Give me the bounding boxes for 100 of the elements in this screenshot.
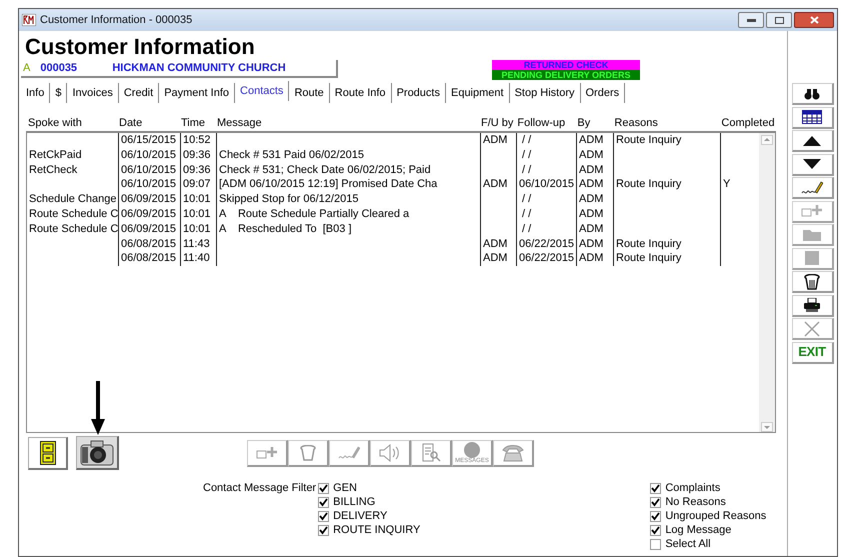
close-icon: [804, 320, 820, 336]
table-cell: A Rescheduled To [B03 ]: [216, 222, 480, 237]
scrollbar[interactable]: [759, 133, 775, 432]
toolbar-button[interactable]: [792, 271, 834, 293]
table-cell: Route Inquiry: [613, 133, 720, 148]
table-cell: 10:01: [180, 206, 216, 222]
tab[interactable]: Contacts: [235, 81, 290, 101]
tab[interactable]: Payment Info: [159, 83, 236, 103]
tab[interactable]: Credit: [118, 83, 160, 103]
app-logo-icon: [22, 14, 36, 26]
table-cell: 06/22/2015: [516, 236, 576, 252]
tool-button[interactable]: [411, 440, 452, 466]
column-header: Reasons: [613, 116, 659, 132]
toolbar-button[interactable]: [792, 294, 834, 316]
table-cell: ADM: [576, 148, 613, 163]
checkbox[interactable]: [318, 510, 330, 522]
tab[interactable]: Route: [289, 83, 330, 103]
file-cabinet-button[interactable]: [28, 436, 68, 470]
filter-label: Contact Message Filter: [203, 481, 316, 496]
close-icon: [810, 16, 818, 24]
maximize-button[interactable]: [766, 12, 792, 28]
tab[interactable]: Orders: [580, 83, 626, 103]
tool-button[interactable]: [493, 440, 534, 466]
table-cell-text: RetCkPaid: [28, 148, 83, 163]
table-cell: 10:01: [180, 192, 216, 207]
up-arrow-icon: [803, 136, 821, 146]
column-header: Message: [216, 116, 263, 132]
column-header: Completed: [720, 116, 776, 132]
folder-icon: [802, 228, 822, 242]
table-cell: 10:01: [180, 222, 216, 237]
checkbox[interactable]: [650, 538, 662, 550]
tool-button[interactable]: [370, 440, 411, 466]
table-cell: 10:52: [180, 133, 216, 148]
checkbox-label: Ungrouped Reasons: [665, 508, 766, 524]
tab[interactable]: $: [50, 83, 68, 103]
checkbox[interactable]: [650, 524, 662, 536]
checkbox-label: ROUTE INQUIRY: [333, 522, 420, 538]
table-cell: Check # 531; Check Date 06/02/2015; Paid: [216, 162, 480, 178]
minimize-button[interactable]: [738, 12, 764, 28]
toolbar-button[interactable]: [792, 106, 834, 128]
tool-button[interactable]: [329, 440, 370, 466]
table-icon: [802, 110, 822, 124]
toolbar-button[interactable]: [792, 83, 834, 105]
table-cell: / /: [516, 148, 576, 163]
table-cell: 06/09/2015: [118, 192, 180, 207]
column-header: Date: [118, 116, 144, 132]
checkbox[interactable]: [650, 482, 662, 494]
checkbox-label: Log Message: [665, 522, 732, 538]
table-cell-text: Route Schedule C: [28, 206, 118, 222]
toolbar-button[interactable]: [792, 130, 834, 152]
trash-can-icon: [804, 274, 820, 290]
table-cell: / /: [516, 162, 576, 178]
tab[interactable]: Equipment: [446, 83, 510, 103]
table-cell: 09:36: [180, 148, 216, 163]
toolbar-button[interactable]: [792, 177, 834, 199]
table-cell: ADM: [576, 177, 613, 192]
add-note-icon: [256, 446, 278, 460]
table-cell: ADM: [576, 133, 613, 148]
table-cell: ADM: [480, 133, 516, 148]
table-cell-text: Schedule Change: [28, 192, 118, 207]
tab[interactable]: Route Info: [330, 83, 392, 103]
tab[interactable]: Info: [21, 83, 50, 103]
tab[interactable]: Invoices: [67, 83, 119, 103]
table-cell: 06/09/2015: [118, 222, 180, 237]
checkbox[interactable]: [318, 482, 330, 494]
table-cell: A Route Schedule Partially Cleared a: [216, 206, 480, 222]
checkbox[interactable]: [650, 496, 662, 508]
table-cell: 06/08/2015: [118, 251, 180, 266]
close-button[interactable]: [794, 12, 834, 28]
table-cell: 06/08/2015: [118, 236, 180, 252]
camera-button[interactable]: [76, 436, 119, 470]
add-note-icon: [801, 204, 823, 218]
column-header: Time: [180, 116, 206, 132]
checkbox[interactable]: [318, 524, 330, 536]
table-cell: Route Inquiry: [613, 251, 720, 266]
toolbar-button[interactable]: [792, 154, 834, 176]
table-cell: 06/10/2015: [118, 148, 180, 163]
document-search-icon: [421, 442, 441, 462]
table-cell: ADM: [480, 177, 516, 192]
status-code: A: [23, 60, 30, 76]
checkbox[interactable]: [318, 496, 330, 508]
tab[interactable]: Products: [392, 83, 446, 103]
annotation-arrow: [91, 381, 105, 435]
checkbox-label: DELIVERY: [333, 508, 388, 524]
table-cell: 09:36: [180, 162, 216, 178]
file-cabinet-icon: [40, 440, 56, 464]
maximize-icon: [774, 16, 784, 24]
table-cell: / /: [516, 192, 576, 207]
exit-button[interactable]: EXIT: [792, 342, 834, 364]
table-cell: ADM: [576, 222, 613, 237]
checkbox-label: No Reasons: [665, 494, 726, 510]
table-cell: ADM: [576, 192, 613, 207]
signature-pen-icon: [338, 446, 360, 460]
tool-button[interactable]: [247, 440, 288, 466]
table-cell: ADM: [576, 206, 613, 222]
checkbox[interactable]: [650, 510, 662, 522]
alert-banner: RETURNED CHECK: [492, 60, 640, 70]
tab[interactable]: Stop History: [510, 83, 580, 103]
tool-button[interactable]: [288, 440, 329, 466]
down-arrow-icon: [803, 159, 821, 169]
